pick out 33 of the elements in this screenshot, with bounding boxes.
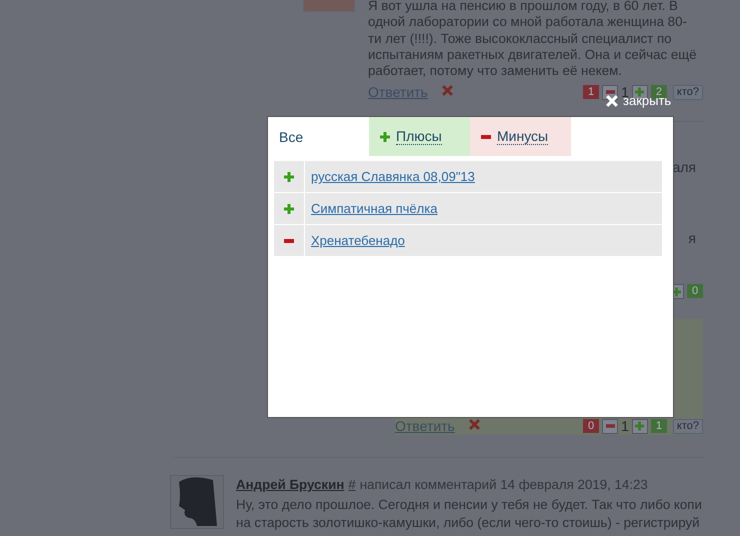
filter-tab[interactable]: Плюсы [369, 117, 470, 156]
who-voted-button[interactable]: кто? [672, 418, 703, 434]
plus-count: 2 [650, 85, 667, 100]
minus-count: 0 [583, 419, 600, 434]
minus-icon [284, 238, 294, 242]
minus-icon [606, 424, 615, 428]
comment-text: Я вот ушла на пенсию в прошлом году, в 60 лет. В одной лаборатории со мной работала женщина 80-ти лет (!!!!). Тоже высококлассный специалист по испытаниям ракетных двигателей. Она и сейчас ещё работает, потому что заменить её некем. [368, 0, 698, 80]
plus-count: 1 [650, 419, 667, 434]
voter-link[interactable]: Хренатебенадо [311, 233, 405, 248]
plus-icon [284, 172, 294, 182]
author-link[interactable]: Андрей Брускин [236, 477, 344, 494]
minus-icon [606, 90, 615, 94]
rating: 1 [621, 418, 629, 434]
plus-icon [635, 421, 644, 432]
vote-up-button[interactable] [632, 84, 648, 100]
comment-meta: написал комментарий 14 февраля 2019, 14:23 [360, 477, 648, 494]
comment-text: аля [672, 159, 696, 176]
plus-icon [635, 87, 644, 98]
plus-icon [284, 204, 294, 214]
plus-count: 0 [687, 284, 703, 298]
comment-text: Ну, это дело прошлое. Сегодня и пенсии у тебя не будет. Так что либо копи на старость золотишко-камушки, либо (если чего-то стоишь) - регистрируй [236, 496, 703, 532]
who-voted-button[interactable]: кто? [672, 84, 703, 100]
comment-text: я [688, 230, 696, 246]
plus-icon [672, 286, 680, 297]
minus-icon [481, 134, 491, 138]
voter-link[interactable]: Симпатичная пчёлка [311, 201, 438, 216]
anchor-link[interactable]: # [348, 477, 356, 494]
close-icon[interactable] [606, 94, 618, 106]
voter-link[interactable]: русская Славянка 08,09"13 [311, 169, 475, 184]
minus-count: 1 [583, 85, 600, 100]
plus-icon [380, 132, 390, 142]
avatar-drawing [170, 475, 224, 530]
filter-tab[interactable]: Минусы [470, 117, 571, 156]
